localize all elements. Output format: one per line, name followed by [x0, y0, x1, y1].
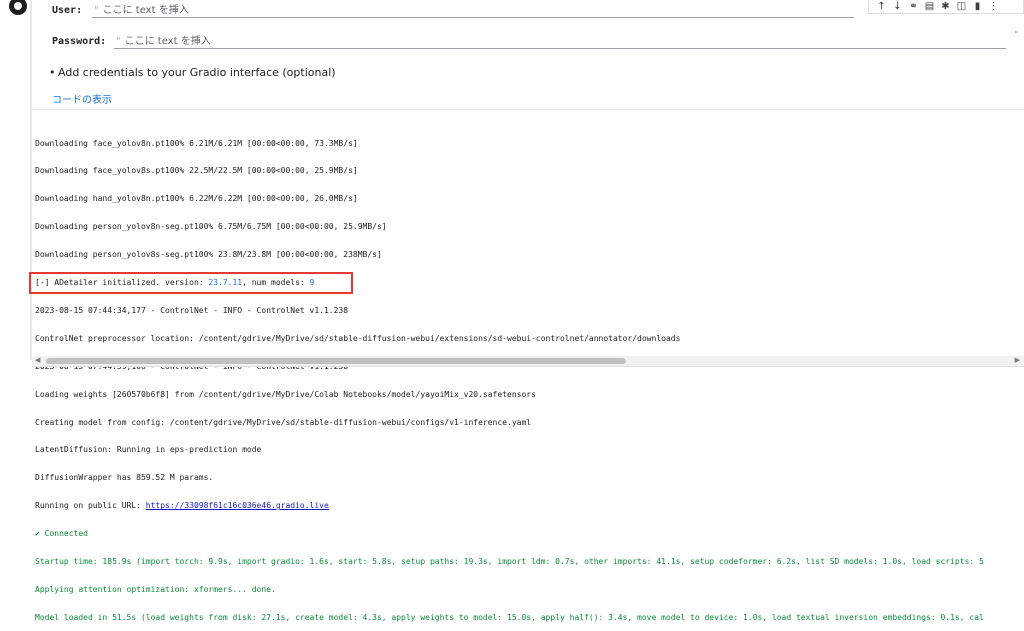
arrow-down-icon[interactable]: ↓	[891, 1, 904, 13]
output-line2-5: LatentDiffusion: Running in eps-predicti…	[35, 445, 262, 455]
user-placeholder: ここに text を挿入	[102, 5, 189, 16]
password-quote: "	[116, 36, 121, 47]
startup-time-line: Startup time: 185.9s (import torch: 9.9s…	[35, 556, 984, 566]
output-line-1: Downloading face_yolov8s.pt100% 22.5M/22…	[35, 166, 358, 176]
password-label: Password:	[52, 36, 107, 47]
password-field-row: Password: " ここに text を挿入	[52, 33, 1006, 53]
output-line2-1: ControlNet preprocessor location: /conte…	[35, 333, 681, 343]
attention-line: Applying attention optimization: xformer…	[35, 584, 276, 594]
output-line-3: Downloading person_yolov8n-seg.pt100% 6.…	[35, 222, 387, 232]
show-code-link[interactable]: コードの表示	[52, 91, 112, 106]
output-line-2: Downloading hand_yolov8n.pt100% 6.22M/6.…	[35, 194, 358, 204]
user-label: User:	[52, 5, 83, 16]
output-line2-3: Loading weights [260570b6f8] from /conte…	[35, 389, 536, 399]
cell-bottom-border	[32, 366, 1024, 367]
scroll-left-icon[interactable]: ◀	[35, 356, 40, 364]
cell-toolbar: ↑ ↓ ⚭ ▤ ✱ ◫ ▮ ⋮	[868, 0, 1024, 14]
password-placeholder: ここに text を挿入	[124, 36, 211, 47]
scroll-right-icon[interactable]: ▶	[1015, 356, 1020, 364]
cell-gutter	[0, 0, 30, 369]
cell-output: Downloading face_yolov8n.pt100% 6.21M/6.…	[35, 120, 1024, 631]
mirror-icon[interactable]: ◫	[955, 1, 968, 13]
field-scroll-indicator: "	[1014, 30, 1018, 39]
arrow-up-icon[interactable]: ↑	[875, 1, 888, 13]
connected-status: ✔ Connected	[35, 529, 88, 539]
credentials-bullet: Add credentials to your Gradio interface…	[49, 66, 336, 79]
trash-icon[interactable]: ▮	[971, 1, 984, 13]
user-quote: "	[94, 5, 99, 16]
run-cell-icon[interactable]	[9, 0, 27, 15]
output-divider	[32, 109, 1024, 110]
output-line2-6: DiffusionWrapper has 859.52 M params.	[35, 473, 214, 483]
output-horizontal-scrollbar[interactable]: ◀ ▶	[32, 356, 1024, 366]
cell-border	[30, 0, 32, 360]
public-url-prefix: Running on public URL:	[35, 501, 146, 511]
link-icon[interactable]: ⚭	[907, 1, 920, 13]
password-input[interactable]: " ここに text を挿入	[114, 32, 1006, 49]
user-field-row: User: " ここに text を挿入	[52, 2, 854, 22]
public-url-highlight	[29, 272, 353, 294]
public-url-link[interactable]: https://33098f61c16c036e46.gradio.live	[146, 501, 329, 510]
comment-icon[interactable]: ▤	[923, 1, 936, 13]
output-line2-0: 2023-08-15 07:44:34,177 - ControlNet - I…	[35, 305, 349, 315]
user-input[interactable]: " ここに text を挿入	[92, 1, 854, 18]
output-line-0: Downloading face_yolov8n.pt100% 6.21M/6.…	[35, 138, 358, 148]
more-icon[interactable]: ⋮	[987, 1, 1000, 13]
gear-icon[interactable]: ✱	[939, 1, 952, 13]
output-line2-4: Creating model from config: /content/gdr…	[35, 417, 532, 427]
public-url-line: Running on public URL: https://33098f61c…	[35, 501, 1024, 510]
scrollbar-thumb[interactable]	[46, 358, 626, 364]
output-line-4: Downloading person_yolov8s-seg.pt100% 23…	[35, 250, 382, 260]
model-loaded-line: Model loaded in 51.5s (load weights from…	[35, 612, 984, 622]
